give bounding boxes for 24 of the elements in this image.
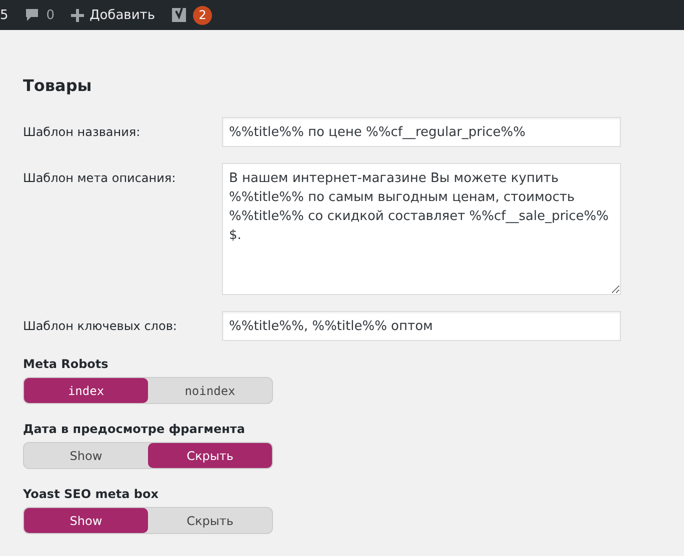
input-field[interactable]: %%title%%, %%title%% оптом bbox=[222, 311, 621, 341]
toggle-option[interactable]: index bbox=[24, 378, 148, 403]
plus-icon bbox=[70, 8, 84, 22]
speech-bubble-icon bbox=[24, 7, 40, 23]
toggle-label: Дата в предосмотре фрагмента bbox=[23, 422, 246, 436]
updates-count[interactable]: 5 bbox=[0, 8, 8, 22]
section-title: Товары bbox=[23, 76, 93, 95]
toggle-option[interactable]: Скрыть bbox=[148, 508, 272, 533]
description-field[interactable]: В нашем интернет-магазине Вы можете купить %%title%% по самым выгодным ценам, стоимость %%title%% со скидкой составляет %%cf__sale_price%% $. bbox=[222, 163, 621, 295]
field-label: Шаблон названия: bbox=[23, 124, 142, 141]
toggle-label: Meta Robots bbox=[23, 357, 110, 371]
input-field[interactable]: %%title%% по цене %%cf__regular_price%% bbox=[222, 117, 621, 147]
toggle-option[interactable]: Show bbox=[24, 508, 148, 533]
notification-badge: 2 bbox=[193, 6, 212, 24]
add-new-link[interactable]: Добавить bbox=[70, 8, 156, 22]
field-label: Шаблон мета описания: bbox=[23, 170, 177, 187]
toggle-option[interactable]: noindex bbox=[148, 378, 272, 403]
toggle-label: Yoast SEO meta box bbox=[23, 487, 160, 501]
toggle-option[interactable]: Скрыть bbox=[148, 443, 272, 468]
comments-link[interactable]: 0 bbox=[24, 7, 55, 23]
field-label: Шаблон ключевых слов: bbox=[23, 318, 178, 335]
logo-icon bbox=[171, 6, 188, 24]
toggle-option[interactable]: Show bbox=[24, 443, 148, 468]
seo-menu[interactable]: 2 bbox=[171, 6, 212, 24]
